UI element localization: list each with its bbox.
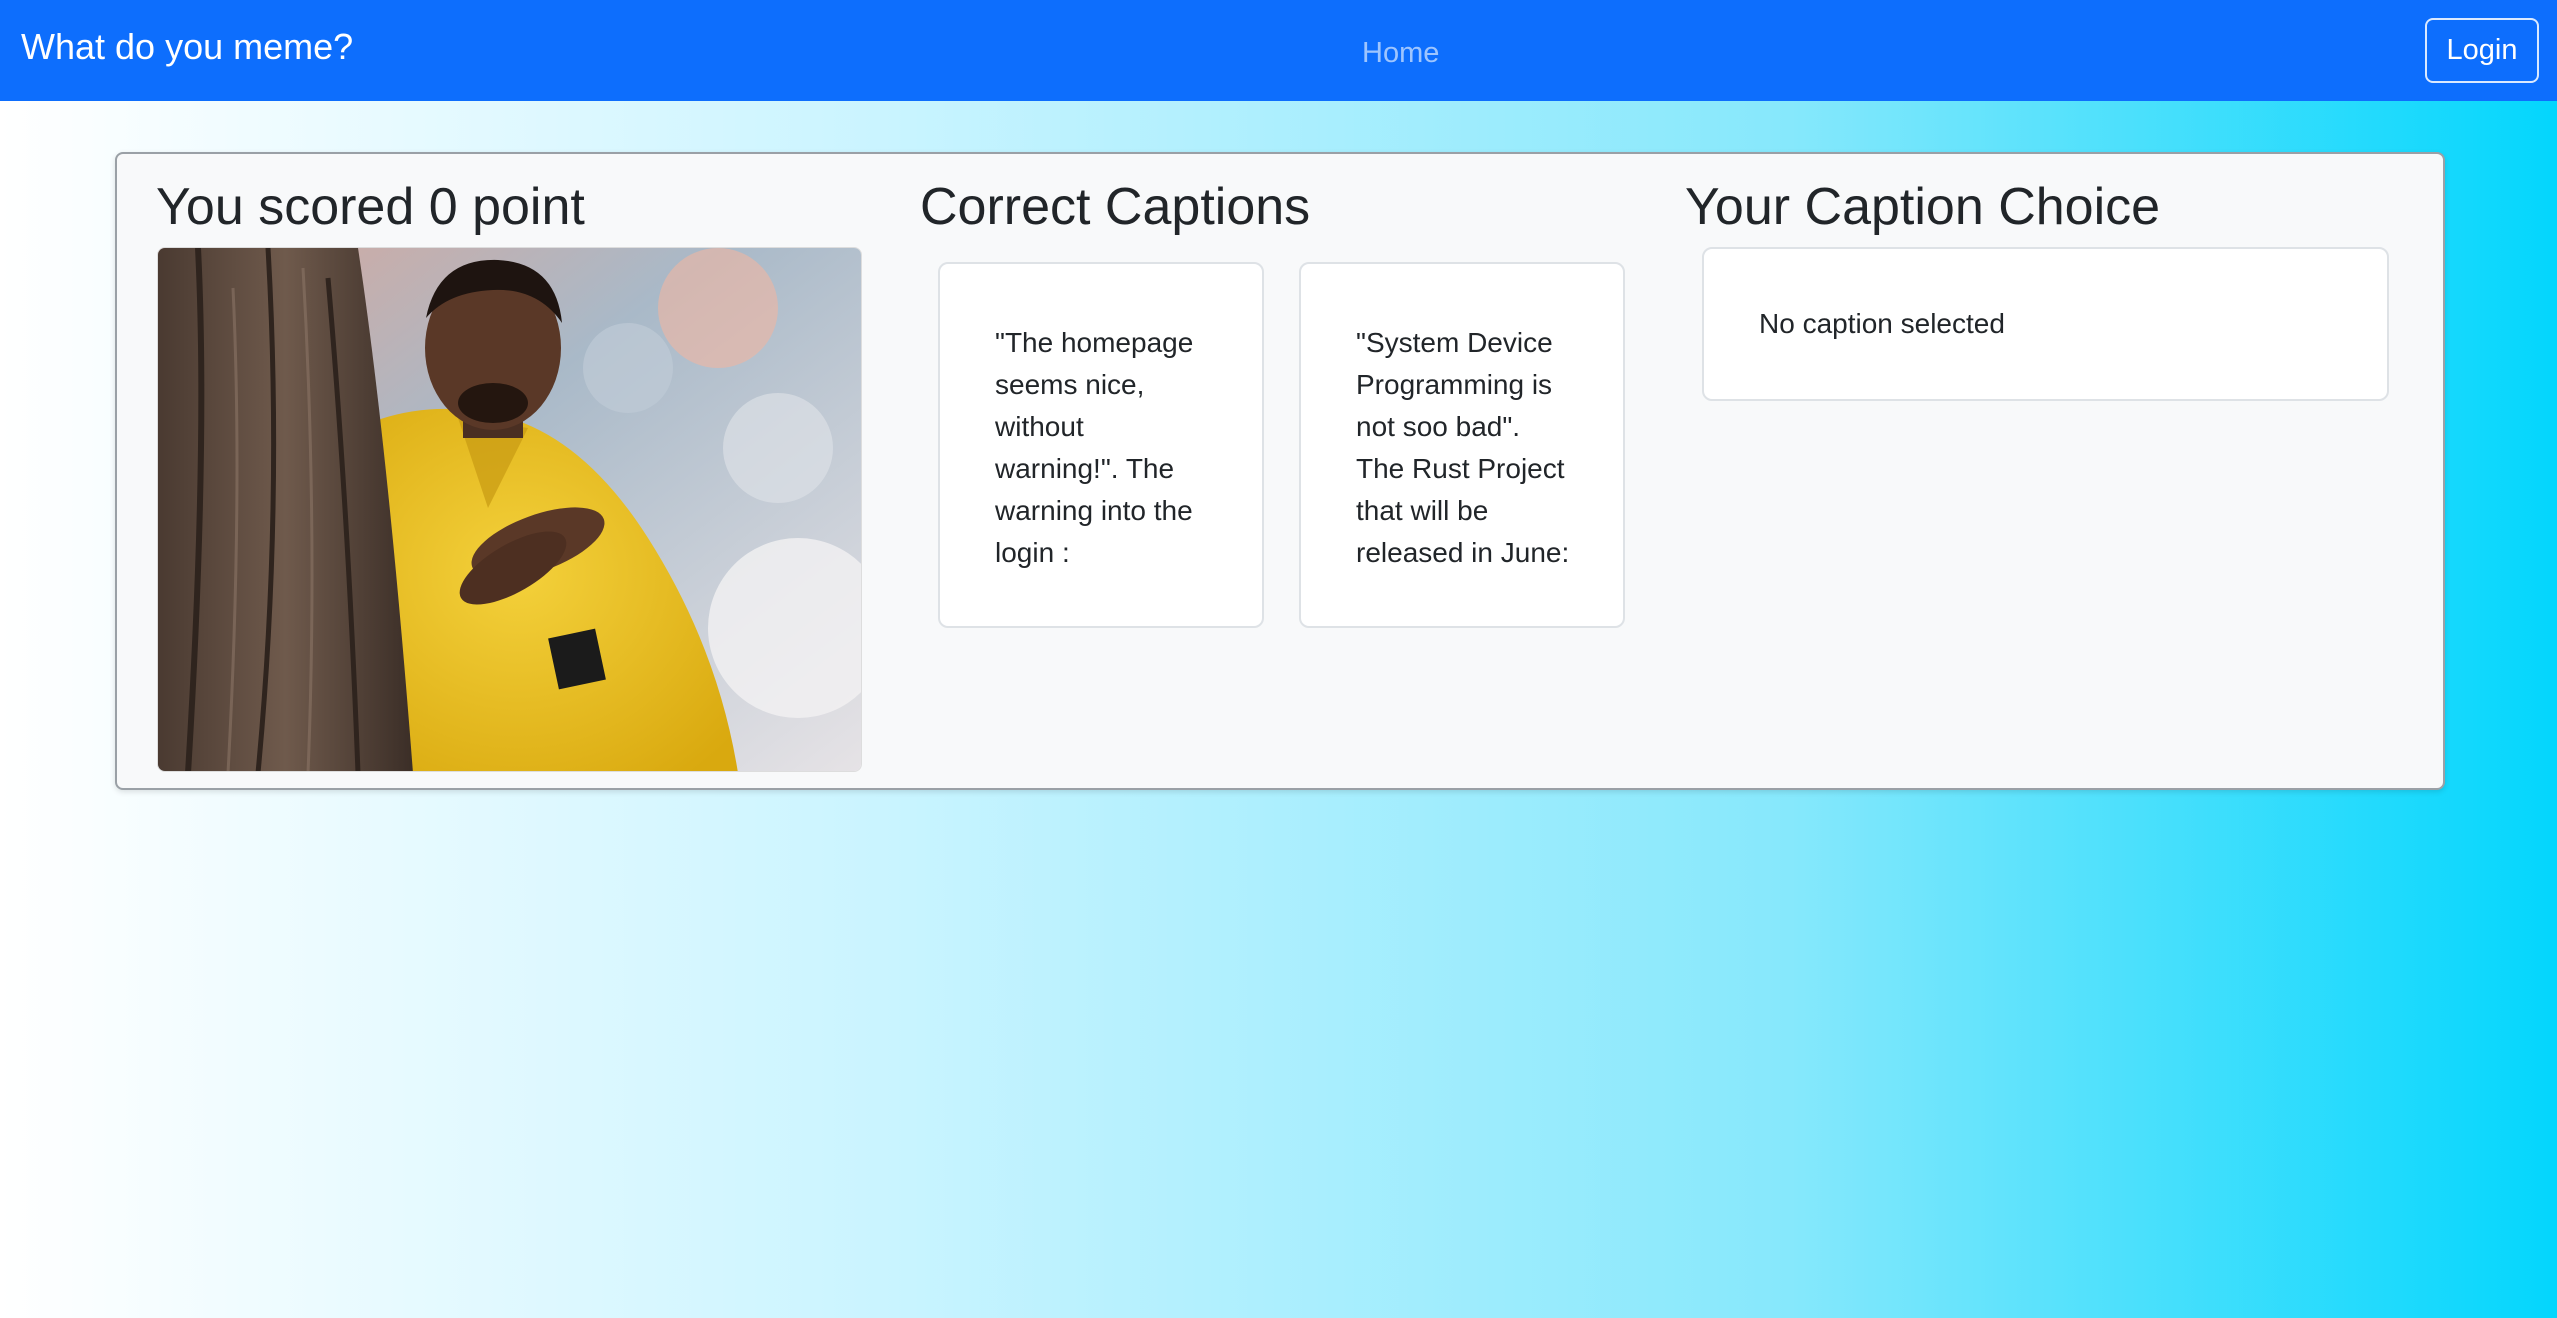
brand-title[interactable]: What do you meme? xyxy=(21,24,353,70)
correct-caption-text: "System Device Programming is not soo ba… xyxy=(1356,327,1570,568)
nav-home-link[interactable]: Home xyxy=(1362,33,1439,73)
correct-caption-card: "The homepage seems nice, without warnin… xyxy=(938,262,1264,628)
caption-choice-card: No caption selected xyxy=(1702,247,2389,401)
navbar: What do you meme? Home Login xyxy=(0,0,2557,101)
result-panel: You scored 0 point Correct Captions Your… xyxy=(115,152,2445,790)
login-button[interactable]: Login xyxy=(2425,18,2539,83)
caption-choice-text: No caption selected xyxy=(1759,308,2005,339)
correct-caption-text: "The homepage seems nice, without warnin… xyxy=(995,327,1194,568)
meme-image xyxy=(157,247,862,772)
score-heading: You scored 0 point xyxy=(156,178,585,236)
correct-captions-heading: Correct Captions xyxy=(920,178,1311,236)
caption-choice-heading: Your Caption Choice xyxy=(1685,178,2161,236)
correct-caption-card: "System Device Programming is not soo ba… xyxy=(1299,262,1625,628)
